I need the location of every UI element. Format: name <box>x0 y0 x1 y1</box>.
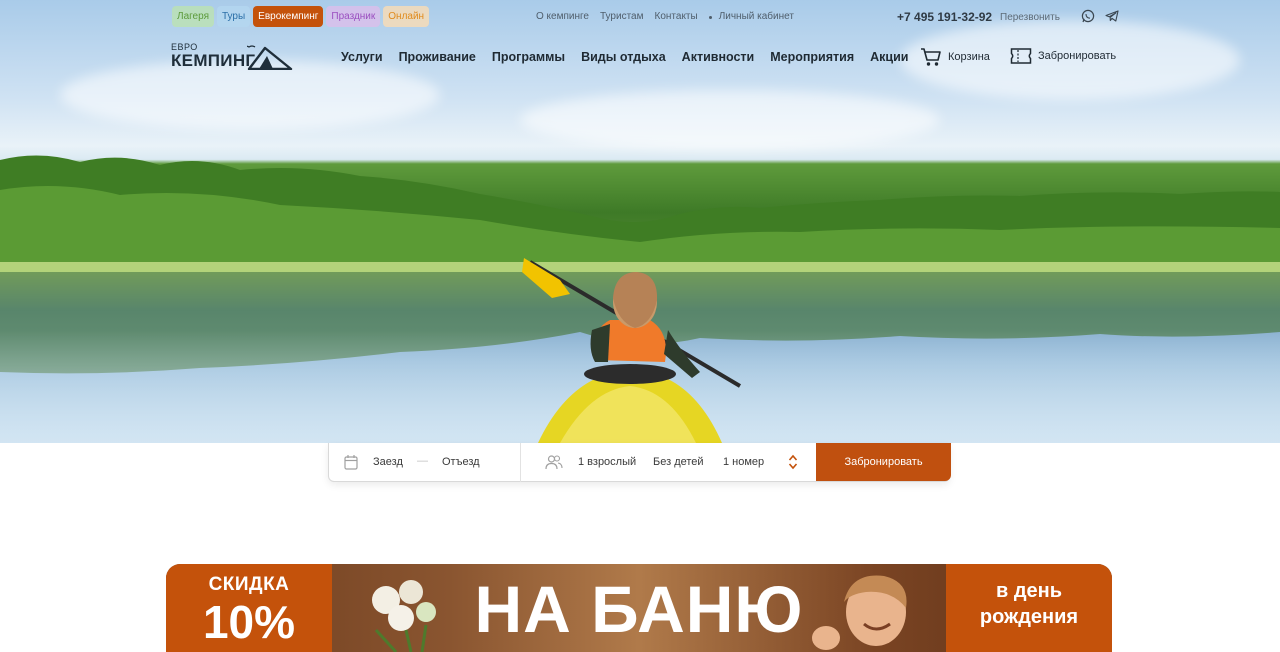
link-tourists[interactable]: Туристам <box>600 11 644 22</box>
header-book-label: Забронировать <box>1038 50 1117 62</box>
discount-block: СКИДКА 10% <box>166 564 332 652</box>
nav-promotions[interactable]: Акции <box>870 50 908 64</box>
discount-value: 10% <box>202 596 296 648</box>
main-nav: Услуги Проживание Программы Виды отдыха … <box>341 50 908 64</box>
birthday-block: в день рождения <box>946 564 1112 652</box>
booking-form: Заезд — Отъезд 1 взрослый Без детей 1 но… <box>328 443 951 482</box>
nav-events[interactable]: Мероприятия <box>770 50 854 64</box>
nav-services[interactable]: Услуги <box>341 50 383 64</box>
nav-recreation[interactable]: Виды отдыха <box>581 50 666 64</box>
tag-tours[interactable]: Туры <box>216 6 251 27</box>
tag-eurocamping[interactable]: Еврокемпинг <box>253 6 324 27</box>
adults-select[interactable]: 1 взрослый <box>578 456 636 468</box>
date-separator: — <box>417 455 428 467</box>
nav-programs[interactable]: Программы <box>492 50 565 64</box>
link-contacts[interactable]: Контакты <box>655 11 698 22</box>
guests-icon <box>545 455 563 470</box>
cloud <box>520 90 940 150</box>
birthday-line2: рождения <box>979 606 1079 628</box>
promo-title: НА БАНЮ <box>474 572 804 646</box>
tag-online[interactable]: Онлайн <box>383 6 430 27</box>
discount-label: СКИДКА <box>208 574 290 595</box>
phone-number[interactable]: +7 495 191-32-92 <box>897 10 992 24</box>
nav-accommodation[interactable]: Проживание <box>399 50 476 64</box>
ticket-icon <box>1010 48 1032 64</box>
book-button[interactable]: Забронировать <box>816 443 951 481</box>
children-select[interactable]: Без детей <box>653 456 704 468</box>
promo-banner[interactable]: СКИДКА 10% НА БАНЮ в день рождения <box>166 564 1112 652</box>
tag-camps[interactable]: Лагеря <box>172 6 214 27</box>
cart-button[interactable]: Корзина <box>920 47 990 67</box>
nav-activities[interactable]: Активности <box>682 50 755 64</box>
logo[interactable]: ЕВРО КЕМПИНГ <box>171 42 293 72</box>
up-down-chevron-icon[interactable] <box>788 453 798 471</box>
callback-link[interactable]: Перезвонить <box>1000 12 1060 23</box>
divider <box>520 443 521 482</box>
check-out-field[interactable]: Отъезд <box>442 456 480 468</box>
header-book-button[interactable]: Забронировать <box>1010 47 1116 65</box>
cart-icon <box>921 48 941 66</box>
whatsapp-icon[interactable] <box>1081 9 1095 23</box>
top-links: О кемпинге Туристам Контакты Личный каби… <box>536 11 794 22</box>
calendar-icon <box>344 455 358 470</box>
rooms-select[interactable]: 1 номер <box>723 456 764 468</box>
birthday-line1: в день <box>995 580 1063 602</box>
top-bar: Лагеря Туры Еврокемпинг Праздник Онлайн … <box>0 0 1280 34</box>
category-tags: Лагеря Туры Еврокемпинг Праздник Онлайн <box>172 6 430 27</box>
cart-label: Корзина <box>948 51 990 63</box>
tag-holiday[interactable]: Праздник <box>326 6 381 27</box>
separator-dot <box>708 16 712 19</box>
link-account[interactable]: Личный кабинет <box>719 11 794 22</box>
check-in-field[interactable]: Заезд <box>373 456 403 468</box>
link-about[interactable]: О кемпинге <box>536 11 589 22</box>
tent-icon <box>247 45 293 70</box>
logo-line2: КЕМПИНГ <box>171 51 256 70</box>
telegram-icon[interactable] <box>1105 9 1119 23</box>
kayak-person <box>522 258 742 443</box>
